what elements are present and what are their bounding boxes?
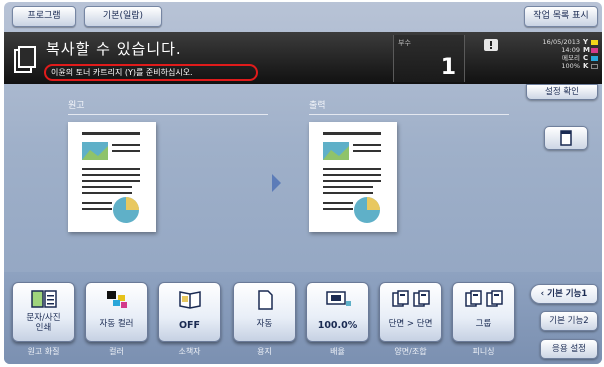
color-dots-icon (106, 291, 127, 308)
status-message: 복사할 수 있습니다. (46, 40, 182, 58)
page-icon (560, 130, 572, 146)
toner-y-swatch (591, 39, 598, 45)
duplex-caption: 양면/조합 (394, 347, 427, 356)
memory-label: 메모리 (562, 54, 580, 62)
paper-caption: 용지 (257, 347, 272, 356)
zoom-button[interactable]: 100.0% (306, 282, 369, 342)
paper-value: 자동 (256, 319, 273, 329)
toner-c-swatch (591, 55, 598, 61)
zoom-icon (325, 291, 351, 306)
duplex-value: 단면 > 단면 (388, 319, 433, 329)
tab-program[interactable]: 프로그램 (12, 6, 76, 27)
device-status: 16/05/2013 14:09 메모리 100% (528, 38, 580, 70)
toner-warning: 이윤의 토너 카트리지 (Y)를 준비하십시오. (44, 64, 258, 81)
basic-function-1-label: 기본 기능1 (547, 289, 588, 299)
booklet-button[interactable]: OFF (158, 282, 221, 342)
color-value: 자동 컬러 (99, 319, 134, 329)
original-label: 원고 (68, 101, 85, 111)
application-settings-button[interactable]: 응용 설정 (540, 339, 598, 359)
duplex-button[interactable]: 단면 > 단면 (379, 282, 442, 342)
output-label: 출력 (309, 101, 326, 111)
copy-document-icon (14, 46, 36, 73)
book-photo-icon (30, 290, 57, 308)
color-button[interactable]: 자동 컬러 (85, 282, 148, 342)
finishing-icon (464, 290, 503, 307)
document-thumbnail-icon (323, 132, 381, 223)
booklet-caption: 소책자 (178, 347, 201, 356)
toner-m: M (583, 46, 599, 54)
basic-function-2-button[interactable]: 기본 기능2 (540, 311, 598, 331)
toner-y-letter: Y (583, 38, 589, 46)
finishing-caption: 피니싱 (472, 347, 495, 356)
toner-m-swatch (591, 47, 598, 53)
memory-value: 100% (561, 62, 580, 70)
zoom-caption: 배율 (330, 347, 345, 356)
basic-function-1-button[interactable]: ‹ 기본 기능1 (530, 284, 598, 304)
arrow-right-icon (272, 174, 281, 192)
toner-m-letter: M (583, 46, 590, 54)
toner-c: C (583, 54, 599, 62)
original-quality-button[interactable]: 문자/사진 인쇄 (12, 282, 75, 342)
info-icon[interactable] (484, 39, 498, 51)
original-page-preview (68, 122, 156, 232)
duplex-icon (391, 290, 430, 307)
document-thumbnail-icon (82, 132, 140, 223)
booklet-value: OFF (178, 320, 201, 331)
time-text: 14:09 (561, 46, 580, 54)
color-caption: 컬러 (109, 347, 124, 356)
copies-display[interactable]: 부수 1 (393, 35, 465, 82)
output-divider (309, 114, 509, 115)
check-settings-button[interactable]: 설정 확인 (526, 84, 598, 100)
tab-default-list[interactable]: 기본(일람) (84, 6, 162, 27)
paper-icon (257, 290, 273, 310)
toner-levels: Y M C K (583, 38, 599, 70)
copy-screen: 프로그램 기본(일람) 작업 목록 표시 복사할 수 있습니다. 이윤의 토너 … (4, 2, 602, 364)
copies-value: 1 (440, 55, 456, 80)
original-divider (68, 114, 268, 115)
toner-k: K (583, 62, 599, 70)
original-quality-value: 문자/사진 인쇄 (26, 313, 61, 333)
chevron-left-icon: ‹ (540, 289, 545, 299)
toner-y: Y (583, 38, 599, 46)
toner-k-letter: K (583, 62, 589, 70)
original-quality-caption: 원고 화질 (27, 347, 60, 356)
paper-button[interactable]: 자동 (233, 282, 296, 342)
zoom-value: 100.0% (317, 320, 358, 331)
output-page-preview (309, 122, 397, 232)
date-text: 16/05/2013 (542, 38, 580, 46)
job-list-button[interactable]: 작업 목록 표시 (524, 6, 598, 27)
finishing-button[interactable]: 그룹 (452, 282, 515, 342)
finishing-value: 그룹 (475, 319, 492, 329)
toner-c-letter: C (583, 54, 589, 62)
preview-page-button[interactable] (544, 126, 588, 150)
booklet-icon (178, 291, 201, 309)
copies-label: 부수 (398, 39, 411, 47)
toner-k-swatch (591, 63, 598, 69)
